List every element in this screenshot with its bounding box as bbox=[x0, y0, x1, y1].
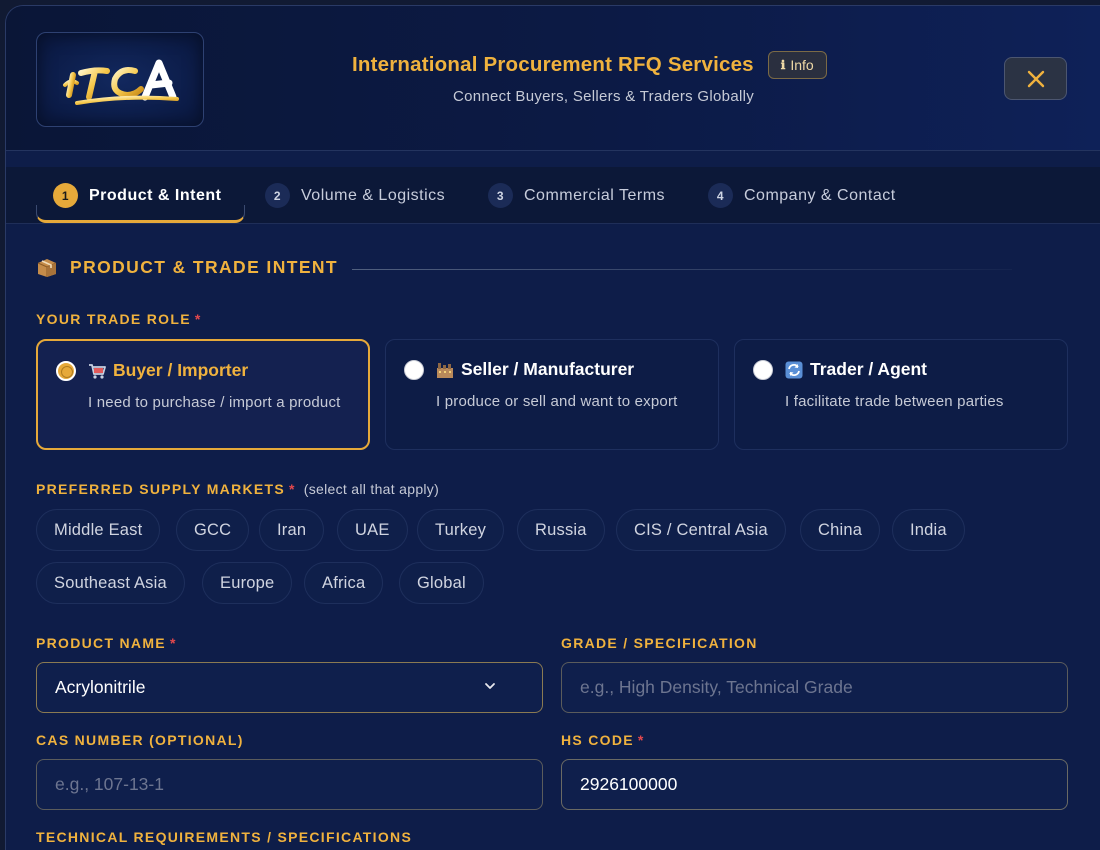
tab-commercial-terms[interactable]: 3 Commercial Terms bbox=[488, 167, 665, 224]
info-button[interactable]: ℹ Info bbox=[767, 51, 827, 79]
required-mark: * bbox=[289, 481, 296, 497]
step-number: 3 bbox=[488, 183, 513, 208]
markets-label: PREFERRED SUPPLY MARKETS * (select all tha… bbox=[36, 481, 439, 497]
cas-input[interactable]: e.g., 107-13-1 bbox=[36, 759, 543, 810]
package-icon bbox=[37, 258, 57, 277]
market-chip[interactable]: Southeast Asia bbox=[36, 562, 185, 604]
market-chip[interactable]: India bbox=[892, 509, 965, 551]
tab-label: Company & Contact bbox=[744, 186, 896, 204]
market-chip[interactable]: Europe bbox=[202, 562, 293, 604]
trade-role-label: YOUR TRADE ROLE * bbox=[36, 311, 202, 327]
chevron-down-icon bbox=[485, 683, 495, 689]
market-chip[interactable]: UAE bbox=[337, 509, 408, 551]
role-title: Buyer / Importer bbox=[88, 360, 248, 381]
tab-label: Product & Intent bbox=[89, 186, 222, 204]
radio-button[interactable] bbox=[56, 361, 76, 381]
radio-button[interactable] bbox=[753, 360, 773, 380]
section-header: PRODUCT & TRADE INTENT bbox=[36, 257, 338, 278]
role-option-seller[interactable]: Seller / Manufacturer I produce or sell … bbox=[385, 339, 719, 450]
role-title-text: Trader / Agent bbox=[810, 359, 928, 379]
grade-placeholder: e.g., High Density, Technical Grade bbox=[580, 677, 853, 697]
refresh-icon bbox=[785, 361, 803, 378]
product-name-select[interactable]: Acrylonitrile bbox=[36, 662, 543, 713]
cas-placeholder: e.g., 107-13-1 bbox=[55, 774, 164, 794]
step-number: 2 bbox=[265, 183, 290, 208]
close-button[interactable] bbox=[1004, 57, 1067, 100]
section-divider bbox=[352, 269, 1012, 270]
close-icon bbox=[1027, 70, 1044, 87]
market-chip[interactable]: Global bbox=[399, 562, 484, 604]
role-title-text: Buyer / Importer bbox=[113, 360, 249, 380]
page-title: International Procurement RFQ Services bbox=[352, 53, 754, 76]
market-chip[interactable]: Turkey bbox=[417, 509, 505, 551]
role-description: I produce or sell and want to export bbox=[436, 393, 678, 410]
page-subtitle: Connect Buyers, Sellers & Traders Global… bbox=[452, 88, 755, 105]
technical-requirements-label: TECHNICAL REQUIREMENTS / SPECIFICATIONS bbox=[36, 829, 413, 845]
grade-input[interactable]: e.g., High Density, Technical Grade bbox=[561, 662, 1068, 713]
required-mark: * bbox=[194, 311, 202, 327]
market-chip[interactable]: Middle East bbox=[36, 509, 161, 551]
section-title: PRODUCT & TRADE INTENT bbox=[70, 257, 339, 277]
tab-company-contact[interactable]: 4 Company & Contact bbox=[708, 167, 896, 224]
market-chip[interactable]: Africa bbox=[304, 562, 384, 604]
grade-label: GRADE / SPECIFICATION bbox=[561, 635, 758, 651]
logo bbox=[36, 32, 204, 127]
role-description: I facilitate trade between parties bbox=[785, 393, 1004, 410]
role-title: Seller / Manufacturer bbox=[436, 359, 634, 380]
role-title: Trader / Agent bbox=[785, 359, 927, 380]
tab-volume-logistics[interactable]: 2 Volume & Logistics bbox=[265, 167, 445, 224]
market-chip[interactable]: GCC bbox=[176, 509, 250, 551]
step-number: 4 bbox=[708, 183, 733, 208]
role-description: I need to purchase / import a product bbox=[88, 394, 341, 411]
rfq-modal: International Procurement RFQ Services ℹ… bbox=[5, 5, 1100, 850]
role-option-trader[interactable]: Trader / Agent I facilitate trade betwee… bbox=[734, 339, 1068, 450]
required-mark: * bbox=[169, 635, 177, 651]
market-chip[interactable]: Iran bbox=[259, 509, 325, 551]
market-chip[interactable]: China bbox=[800, 509, 881, 551]
active-tab-indicator bbox=[36, 205, 245, 223]
radio-button[interactable] bbox=[404, 360, 424, 380]
hs-code-value: 2926100000 bbox=[580, 774, 678, 794]
hs-code-label-text: HS CODE bbox=[561, 732, 634, 748]
factory-icon bbox=[437, 362, 453, 378]
product-name-label: PRODUCT NAME * bbox=[36, 635, 177, 651]
market-chip[interactable]: CIS / Central Asia bbox=[616, 509, 786, 551]
market-chip[interactable]: Russia bbox=[517, 509, 605, 551]
role-option-buyer[interactable]: Buyer / Importer I need to purchase / im… bbox=[36, 339, 370, 450]
cart-icon bbox=[89, 363, 106, 379]
cas-label: CAS NUMBER (OPTIONAL) bbox=[36, 732, 244, 748]
trade-role-label-text: YOUR TRADE ROLE bbox=[36, 311, 191, 327]
markets-hint: (select all that apply) bbox=[303, 481, 440, 497]
tab-label: Commercial Terms bbox=[524, 186, 666, 204]
markets-label-text: PREFERRED SUPPLY MARKETS bbox=[36, 481, 286, 497]
modal-header: International Procurement RFQ Services ℹ… bbox=[6, 6, 1100, 151]
product-name-label-text: PRODUCT NAME bbox=[36, 635, 166, 651]
info-label: Info bbox=[790, 57, 814, 73]
tab-label: Volume & Logistics bbox=[301, 186, 446, 204]
info-icon: ℹ bbox=[780, 58, 786, 72]
role-title-text: Seller / Manufacturer bbox=[461, 359, 635, 379]
product-name-value: Acrylonitrile bbox=[55, 677, 146, 697]
hs-code-label: HS CODE * bbox=[561, 732, 645, 748]
required-mark: * bbox=[637, 732, 645, 748]
hs-code-input[interactable]: 2926100000 bbox=[561, 759, 1068, 810]
